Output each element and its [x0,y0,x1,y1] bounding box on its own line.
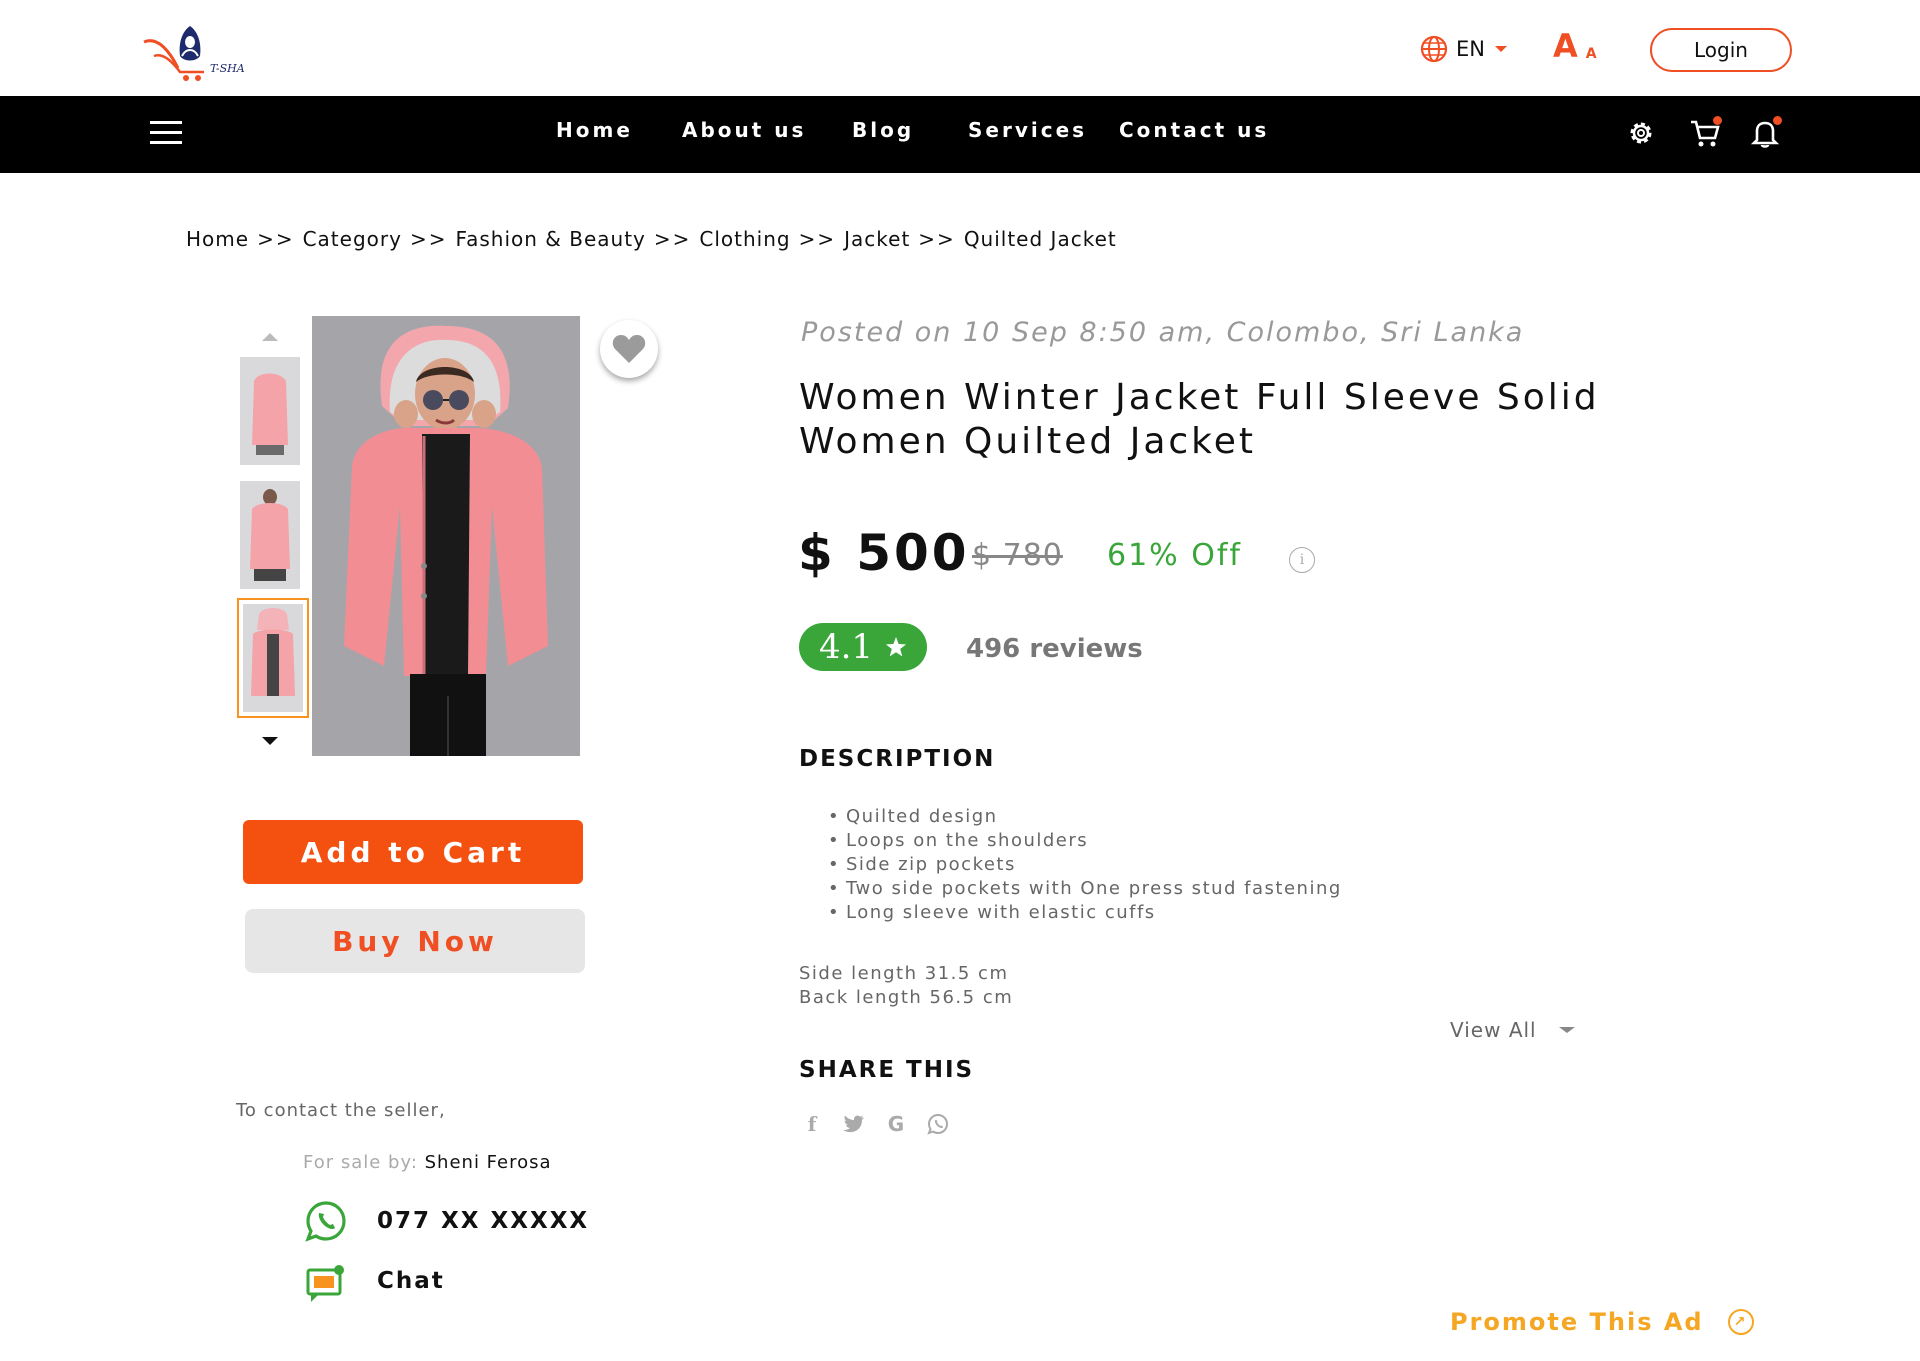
list-item: Side zip pockets [828,853,1342,877]
chat-contact[interactable]: Chat [305,1262,443,1304]
notification-badge [1773,116,1782,125]
seller-name[interactable]: Sheni Ferosa [425,1152,552,1173]
chat-icon [306,1265,344,1302]
cart-badge [1713,116,1722,125]
product-thumbnail-2[interactable] [240,481,300,589]
buy-now-button[interactable]: Buy Now [245,909,585,973]
breadcrumb-separator: >> [409,227,448,251]
favorite-button[interactable] [600,320,658,378]
rating-value: 4.1 [818,627,874,667]
product-title: Women Winter Jacket Full Sleeve Solid Wo… [799,377,1600,462]
font-size-large[interactable]: A [1553,30,1578,62]
breadcrumb-jacket[interactable]: Jacket [844,227,910,251]
nav-about-us[interactable]: About us [682,118,806,142]
thumbnail-scroll-up-icon[interactable] [262,333,278,341]
phone-contact[interactable]: 077 XX XXXXX [305,1200,587,1242]
share-title: SHARE THIS [799,1057,975,1083]
breadcrumb-category[interactable]: Category [303,227,402,251]
language-selector[interactable]: EN [1420,32,1507,66]
gear-icon[interactable] [1624,116,1658,150]
facebook-icon[interactable]: f [800,1112,824,1136]
site-logo[interactable]: T-SHA [140,12,250,84]
whatsapp-icon [305,1201,346,1242]
nav-home[interactable]: Home [556,118,633,142]
seller-info: For sale by: Sheni Ferosa [303,1152,552,1173]
posted-info: Posted on 10 Sep 8:50 am, Colombo, Sri L… [801,317,1525,348]
whatsapp-share-icon[interactable] [926,1112,950,1136]
breadcrumb-fashion-beauty[interactable]: Fashion & Beauty [455,227,645,251]
arrow-up-right-icon: ↗ [1727,1309,1754,1335]
main-navbar: Home About us Blog Services Contact us [0,96,1920,173]
globe-icon [1420,35,1448,63]
list-item: Loops on the shoulders [828,829,1342,853]
chevron-down-icon [1558,1027,1575,1033]
share-icons: f G [800,1112,950,1136]
twitter-icon[interactable] [842,1112,866,1136]
cart-icon[interactable] [1688,116,1722,150]
product-thumbnail-1[interactable] [240,357,300,465]
menu-icon[interactable] [150,121,182,145]
reviews-count[interactable]: 496 reviews [966,634,1143,664]
dimensions: Side length 31.5 cm Back length 56.5 cm [799,962,1013,1010]
current-price: $ 500 [798,524,970,582]
breadcrumb-separator: >> [257,227,295,251]
view-all-button[interactable]: View All [1450,1018,1575,1042]
phone-number[interactable]: 077 XX XXXXX [377,1208,589,1234]
nav-services[interactable]: Services [968,118,1087,142]
list-item: Two side pockets with One press stud fas… [828,877,1342,901]
rating-badge: 4.1 [799,623,927,671]
promote-label: Promote This Ad [1450,1308,1704,1336]
nav-contact-us[interactable]: Contact us [1119,118,1269,142]
top-header: T-SHA EN A A Login [0,0,1920,96]
heart-icon [612,335,646,363]
thumbnail-scroll-down-icon[interactable] [262,737,278,745]
logo-text: T-SHA [210,62,245,75]
nav-blog[interactable]: Blog [852,118,914,142]
list-item: Long sleeve with elastic cuffs [828,901,1342,925]
font-size-toggle[interactable]: A A [1553,30,1597,62]
breadcrumb: Home >> Category >> Fashion & Beauty >> … [186,227,1117,251]
list-item: Quilted design [828,805,1342,829]
breadcrumb-quilted-jacket[interactable]: Quilted Jacket [964,227,1117,251]
promote-ad-button[interactable]: Promote This Ad ↗ [1450,1308,1754,1336]
font-size-small[interactable]: A [1586,46,1597,62]
description-title: DESCRIPTION [799,746,996,772]
breadcrumb-separator: >> [918,227,956,251]
breadcrumb-separator: >> [798,227,837,251]
add-to-cart-button[interactable]: Add to Cart [243,820,583,884]
original-price: $ 780 [972,538,1063,573]
chat-label[interactable]: Chat [377,1268,445,1294]
dimension-back-length: Back length 56.5 cm [799,987,1014,1008]
product-thumbnail-3[interactable] [237,598,309,718]
login-button[interactable]: Login [1650,28,1792,72]
contact-seller-title: To contact the seller, [236,1100,446,1121]
dimension-side-length: Side length 31.5 cm [799,963,1009,984]
seller-label: For sale by: [303,1152,418,1173]
chevron-down-icon [1494,46,1507,52]
discount-label: 61% Off [1107,538,1242,573]
google-icon[interactable]: G [884,1112,908,1136]
bell-icon[interactable] [1748,116,1782,150]
breadcrumb-clothing[interactable]: Clothing [699,227,790,251]
language-label: EN [1456,37,1485,61]
description-list: Quilted design Loops on the shoulders Si… [828,805,1342,925]
view-all-label: View All [1450,1018,1537,1042]
product-main-image[interactable] [312,316,580,756]
breadcrumb-separator: >> [653,227,692,251]
breadcrumb-home[interactable]: Home [186,227,249,251]
info-icon[interactable]: i [1289,547,1315,573]
star-icon [886,637,907,657]
